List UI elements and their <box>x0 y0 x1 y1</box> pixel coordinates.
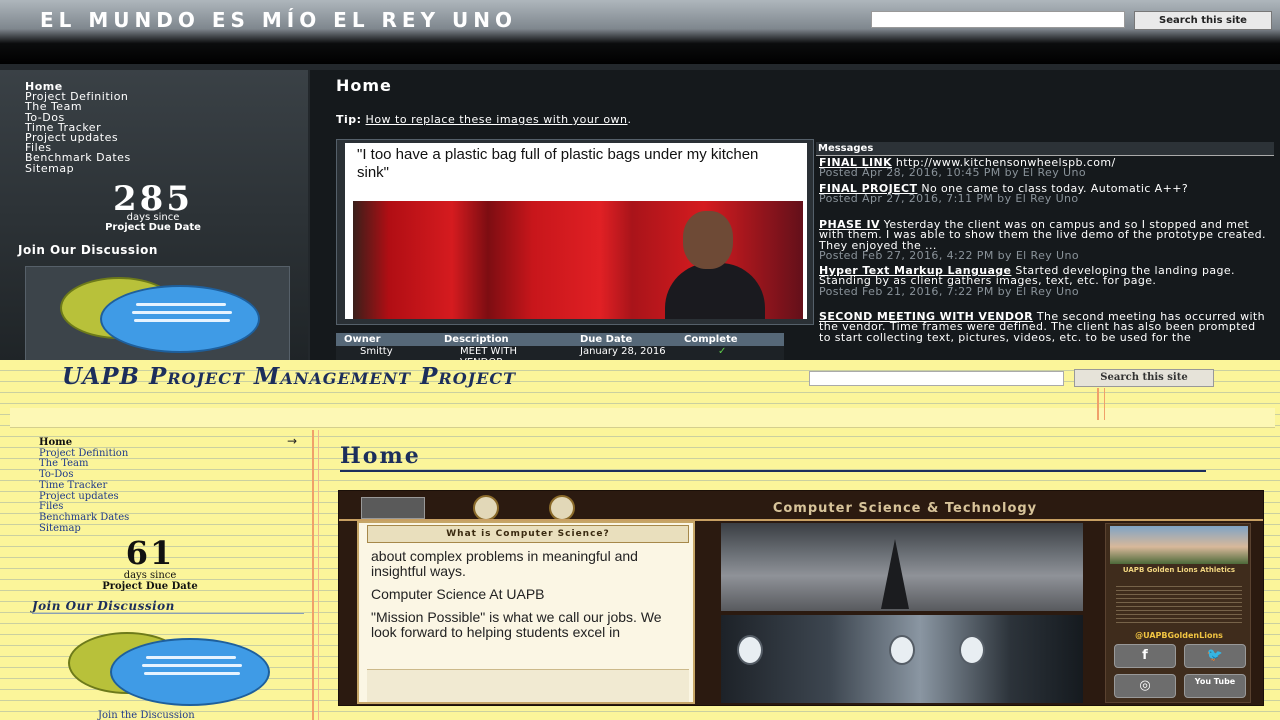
seal-icon <box>473 495 499 521</box>
dark-site-screenshot: El Mundo Es Mío El Rey Uno Search this s… <box>0 0 1280 360</box>
panel-line: Computer Science At UAPB <box>371 586 545 602</box>
search-input[interactable] <box>809 371 1064 386</box>
twitter-icon: 🐦 <box>1184 644 1246 668</box>
countdown-label: Project Due Date <box>105 222 201 233</box>
arrow-right-icon: → <box>287 434 298 448</box>
message-item: PHASE IV Yesterday the client was on cam… <box>819 218 1271 262</box>
countdown-label: Project Due Date <box>102 581 198 592</box>
panel-line: "Mission Possible" is what we call our j… <box>371 609 662 640</box>
margin-mark <box>1104 388 1105 420</box>
building-photo <box>1110 526 1248 564</box>
youtube-icon: You Tube <box>1184 674 1246 698</box>
message-item: Hyper Text Markup Language Started devel… <box>819 265 1271 298</box>
countdown-number: 61 <box>125 534 175 572</box>
meme-image: "I too have a plastic bag full of plasti… <box>345 143 807 319</box>
banner-heading: Computer Science & Technology <box>772 501 1038 516</box>
paris-photo <box>721 523 1083 611</box>
join-discussion-link[interactable]: Join the Discussion <box>98 710 195 720</box>
search-button[interactable]: Search this site <box>1134 11 1272 30</box>
message-item: SECOND MEETING WITH VENDOR The second me… <box>819 311 1271 343</box>
col-description: Description <box>444 334 509 345</box>
site-title[interactable]: El Mundo Es Mío El Rey Uno <box>40 9 600 31</box>
title-underline <box>340 470 1206 472</box>
athletics-fine-print <box>1116 586 1242 626</box>
margin-mark <box>1097 388 1099 420</box>
col-due-date: Due Date <box>580 334 633 345</box>
page-tear-divider <box>10 408 1275 428</box>
person-figure <box>665 263 765 319</box>
message-item: FINAL PROJECT No one came to class today… <box>819 183 1271 206</box>
cell-description: MEET WITH VENDOR <box>460 346 518 360</box>
page-title: Home <box>340 443 421 469</box>
countdown-since: days since <box>123 570 177 581</box>
message-posted: Posted Feb 27, 2016, 4:22 PM by El Rey U… <box>819 248 1079 262</box>
discussion-gadget[interactable] <box>25 266 290 360</box>
sidebar-nav: Home Project Definition The Team To-Dos … <box>25 81 131 174</box>
message-posted: Posted Apr 28, 2016, 10:45 PM by El Rey … <box>819 166 1086 180</box>
nav-item-sitemap[interactable]: Sitemap <box>39 523 129 535</box>
site-title[interactable]: UAPB Project Management Project <box>62 365 622 388</box>
panel-fine-print <box>367 669 689 702</box>
page-title: Home <box>336 76 392 95</box>
col-complete: Complete <box>684 334 738 345</box>
check-icon: ✓ <box>718 346 727 357</box>
info-panel: What is Computer Science? about complex … <box>357 521 695 704</box>
logo-icon <box>361 497 425 519</box>
cell-owner: Smitty <box>360 346 393 357</box>
divider <box>32 613 304 614</box>
meme-photo <box>353 201 803 319</box>
col-owner: Owner <box>344 334 381 345</box>
athletics-panel: UAPB Golden Lions Athletics @UAPBGoldenL… <box>1105 523 1251 703</box>
message-posted: Posted Apr 27, 2016, 7:11 PM by El Rey U… <box>819 192 1079 206</box>
meme-caption: "I too have a plastic bag full of plasti… <box>357 146 759 181</box>
cell-due-date: January 28, 2016 <box>580 346 666 357</box>
instagram-icon: ◎ <box>1114 674 1176 698</box>
panel-line: about complex problems in meaningful and… <box>371 548 638 579</box>
tip-line: Tip: How to replace these images with yo… <box>336 113 632 126</box>
message-posted: Posted Feb 21, 2016, 7:22 PM by El Rey U… <box>819 284 1079 298</box>
window-shape <box>737 635 763 665</box>
window-shape <box>889 635 915 665</box>
discussion-gadget[interactable] <box>60 628 280 708</box>
join-discussion-heading: Join Our Discussion <box>32 599 175 613</box>
messages-header: Messages <box>816 142 1274 156</box>
tip-link[interactable]: How to replace these images with your ow… <box>366 113 628 126</box>
margin-line <box>318 430 319 720</box>
nav-item-sitemap[interactable]: Sitemap <box>25 163 131 174</box>
window-shape <box>959 635 985 665</box>
athletics-title: UAPB Golden Lions Athletics <box>1122 566 1236 574</box>
facebook-icon: f <box>1114 644 1176 668</box>
logo-strip <box>361 495 575 521</box>
eiffel-tower-shape <box>881 539 909 609</box>
search-input[interactable] <box>871 11 1125 28</box>
message-item: FINAL LINK http://www.kitchensonwheelspb… <box>819 157 1271 180</box>
margin-line <box>312 430 314 720</box>
banner-image: Computer Science & Technology What is Co… <box>338 490 1264 706</box>
join-discussion-heading: Join Our Discussion <box>18 243 158 257</box>
sidebar-nav: Home Project Definition The Team To-Dos … <box>39 437 129 535</box>
athletics-handle: @UAPBGoldenLions <box>1135 631 1223 640</box>
search-button[interactable]: Search this site <box>1074 369 1214 387</box>
airplane-cabin-photo <box>721 615 1083 703</box>
table-row[interactable]: Smitty MEET WITH VENDOR January 28, 2016… <box>336 346 784 360</box>
panel-text: about complex problems in meaningful and… <box>371 549 689 648</box>
seal-icon <box>549 495 575 521</box>
todo-table-header: Owner Description Due Date Complete <box>336 333 784 346</box>
tip-label: Tip: <box>336 113 362 126</box>
message-body: Yesterday the client was on campus and s… <box>819 218 1266 252</box>
panel-tab: What is Computer Science? <box>367 525 689 543</box>
tip-end: . <box>627 113 632 126</box>
person-head <box>683 211 733 269</box>
notepad-site-screenshot: UAPB Project Management Project Search t… <box>0 360 1280 720</box>
nav-item-time-tracker[interactable]: Time Tracker <box>39 480 129 492</box>
